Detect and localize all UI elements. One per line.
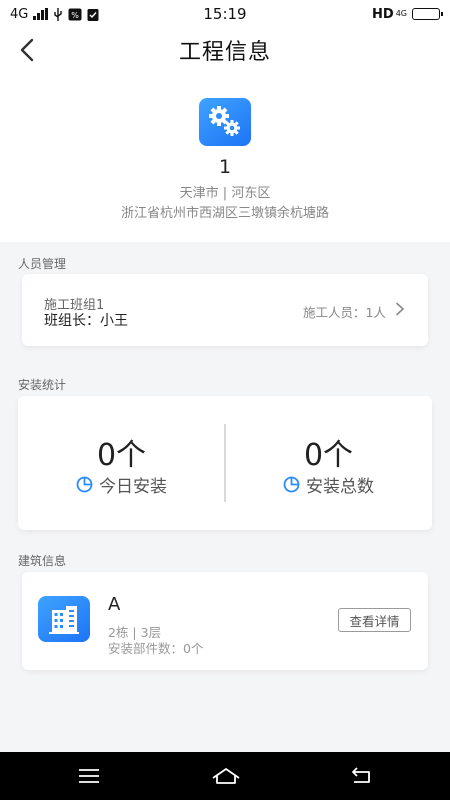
personnel-section-label: 人员管理: [18, 257, 67, 271]
notification-app-icon: %: [68, 8, 82, 20]
today-install-stat: 0个 今日安装: [18, 396, 225, 530]
home-icon[interactable]: [211, 764, 241, 788]
system-nav-bar: [0, 752, 450, 800]
project-name: 1: [218, 156, 232, 178]
building-section-label: 建筑信息: [18, 554, 67, 568]
stats-section-label: 安装统计: [18, 378, 67, 392]
status-right: HD 4G: [372, 6, 443, 22]
menu-icon[interactable]: [76, 764, 102, 788]
project-region: 天津市 | 河东区: [179, 186, 271, 201]
chevron-right-icon: [396, 302, 405, 316]
team-leader: 班组长：小王: [44, 313, 128, 329]
install-stats-card: 0个 今日安装 0个 安装总数: [18, 396, 432, 530]
total-install-stat: 0个 安装总数: [225, 396, 432, 530]
building-icon: [38, 596, 90, 642]
page-title: 工程信息: [178, 40, 271, 65]
pie-chart-icon: [283, 476, 300, 493]
total-install-label-row: 安装总数: [225, 472, 432, 497]
today-install-label-row: 今日安装: [18, 472, 225, 497]
today-install-value: 0个: [96, 438, 147, 473]
status-left: 4G %: [10, 7, 99, 22]
building-card[interactable]: A 2栋 | 3层 安装部件数：0个 查看详情: [22, 572, 428, 670]
building-parts-count: 安装部件数：0个: [108, 641, 204, 656]
clipboard-check-icon: [87, 8, 99, 21]
today-install-label: 今日安装: [99, 477, 167, 497]
project-address: 浙江省杭州市西湖区三墩镇余杭塘路: [120, 206, 329, 221]
total-install-value: 0个: [303, 438, 354, 473]
view-details-button[interactable]: 查看详情: [338, 608, 411, 632]
usb-icon: [54, 7, 63, 21]
pie-chart-icon: [76, 476, 93, 493]
total-install-label: 安装总数: [306, 477, 374, 497]
gears-icon: [199, 98, 251, 146]
back-nav-icon[interactable]: [348, 764, 374, 788]
network-type: 4G: [10, 6, 29, 22]
battery-icon: [412, 8, 443, 20]
app-header: 工程信息: [0, 28, 450, 72]
network-type-right: 4G: [395, 9, 407, 18]
status-bar: 4G % 15:19 HD 4G: [0, 0, 450, 28]
team-card[interactable]: 施工班组1 班组长：小王 施工人员：1人: [22, 274, 428, 346]
svg-text:%: %: [72, 11, 80, 20]
hd-indicator: HD: [372, 6, 394, 22]
project-info-card: 1 天津市 | 河东区 浙江省杭州市西湖区三墩镇余杭塘路: [0, 72, 450, 242]
signal-icon: [33, 8, 49, 20]
team-workers-count: 施工人员：1人: [303, 305, 386, 320]
building-name: A: [108, 594, 121, 615]
